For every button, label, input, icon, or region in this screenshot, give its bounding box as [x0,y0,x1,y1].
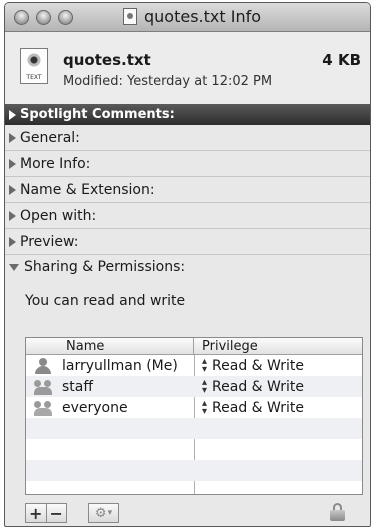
table-header: Name Privilege [26,338,362,355]
user-cell: larryullman (Me) [26,357,194,374]
privilege-popup[interactable]: ▴ ▾ Read & Write [194,355,304,375]
window-title-text: quotes.txt Info [144,7,262,26]
section-label: Spotlight Comments: [20,107,175,122]
gear-icon: ⚙ [94,505,107,521]
group-icon [34,379,52,395]
title-bar[interactable]: quotes.txt Info [5,3,370,32]
remove-user-button[interactable]: − [45,504,67,523]
section-label: More Info: [20,155,91,172]
section-label: Name & Extension: [20,181,155,198]
section-more-info[interactable]: More Info: [5,151,370,177]
empty-row [26,418,362,439]
window-controls [14,10,73,25]
zoom-button[interactable] [58,10,73,25]
column-header-name[interactable]: Name [26,338,194,354]
file-name: quotes.txt [63,51,151,69]
permission-message: You can read and write [25,293,186,309]
disclosure-triangle-icon [9,184,16,195]
close-button[interactable] [14,10,29,25]
user-cell: staff [26,379,194,395]
disclosure-triangle-icon [9,132,16,143]
section-label: Open with: [20,207,97,224]
up-down-arrows-icon: ▴ ▾ [202,355,208,375]
bottom-toolbar: + − ⚙ ▾ [5,495,370,526]
section-general[interactable]: General: [5,125,370,151]
table-row[interactable]: staff ▴ ▾ Read & Write [26,376,362,397]
privilege-popup[interactable]: ▴ ▾ Read & Write [194,397,304,417]
minimize-button[interactable] [36,10,51,25]
privilege-value: Read & Write [212,399,304,416]
privilege-value: Read & Write [212,378,304,395]
section-name-extension[interactable]: Name & Extension: [5,177,370,203]
disclosure-triangle-icon [9,158,16,169]
privilege-popup[interactable]: ▴ ▾ Read & Write [194,376,304,396]
up-down-arrows-icon: ▴ ▾ [202,397,208,417]
column-header-privilege[interactable]: Privilege [194,338,258,354]
table-row[interactable]: everyone ▴ ▾ Read & Write [26,397,362,418]
user-name: larryullman (Me) [62,357,178,374]
permissions-table: Name Privilege larryullman (Me) ▴ ▾ Read … [25,337,363,495]
section-label: Sharing & Permissions: [24,259,186,275]
action-menu-button[interactable]: ⚙ ▾ [88,503,119,523]
info-window: quotes.txt Info TEXT quotes.txt 4 KB Mod… [4,2,371,527]
section-label: General: [20,129,80,146]
everyone-icon [34,400,52,416]
section-spotlight-comments[interactable]: Spotlight Comments: [5,104,370,125]
section-label: Preview: [20,233,79,250]
up-down-arrows-icon: ▴ ▾ [202,376,208,396]
disclosure-triangle-icon [9,210,16,221]
document-icon [123,8,137,25]
file-icon-glyph [27,53,41,67]
user-name: staff [62,378,94,395]
file-summary: TEXT quotes.txt 4 KB Modified: Yesterday… [5,32,370,104]
chevron-down-icon: ▾ [107,508,113,518]
section-open-with[interactable]: Open with: [5,203,370,229]
user-icon [34,357,52,374]
user-name: everyone [62,399,128,416]
section-preview[interactable]: Preview: [5,229,370,255]
disclosure-triangle-icon [9,109,16,120]
empty-row [26,460,362,481]
disclosure-triangle-open-icon [9,263,19,271]
modified-date: Modified: Yesterday at 12:02 PM [63,74,273,89]
add-user-button[interactable]: + [26,504,46,523]
user-cell: everyone [26,400,194,416]
section-sharing-permissions[interactable]: Sharing & Permissions: [5,255,370,279]
text-file-icon: TEXT [20,48,48,84]
lock-icon[interactable] [330,503,345,521]
add-remove-buttons: + − [25,503,67,523]
empty-row [26,439,362,460]
file-type-label: TEXT [26,74,42,81]
window-title: quotes.txt Info [123,7,261,26]
disclosure-triangle-icon [9,236,16,247]
table-row[interactable]: larryullman (Me) ▴ ▾ Read & Write [26,355,362,376]
file-size: 4 KB [322,51,361,69]
privilege-value: Read & Write [212,357,304,374]
